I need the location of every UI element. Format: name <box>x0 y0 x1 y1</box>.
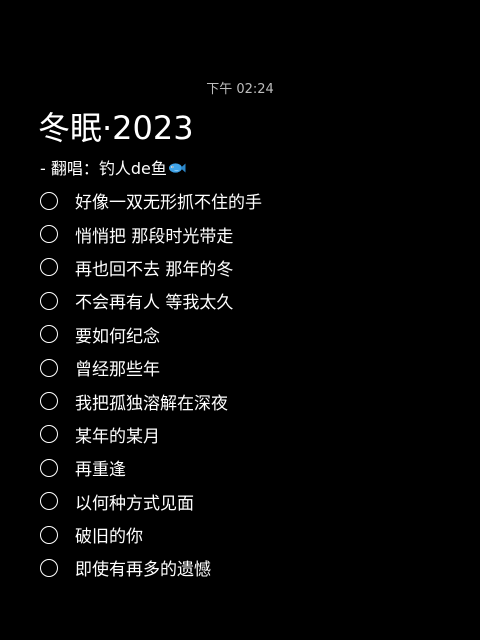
checklist-item[interactable]: 我把孤独溶解在深夜 <box>38 384 458 417</box>
subtitle-text: - 翻唱：钓人de鱼 <box>40 159 167 178</box>
checklist-item-label: 某年的某月 <box>75 426 160 447</box>
checkbox[interactable] <box>40 291 58 310</box>
note-subtitle[interactable]: - 翻唱：钓人de鱼 <box>40 156 186 182</box>
note-title[interactable]: 冬眠·2023 <box>38 106 194 150</box>
checklist-item-label: 以何种方式见面 <box>75 493 194 514</box>
checkbox[interactable] <box>40 225 58 244</box>
checklist-item-label: 我把孤独溶解在深夜 <box>75 393 228 414</box>
checklist-item-label: 不会再有人 等我太久 <box>75 293 234 314</box>
checklist-item-label: 再重逢 <box>75 460 126 481</box>
checkbox[interactable] <box>40 525 58 544</box>
checkbox[interactable] <box>40 392 58 411</box>
checklist-item[interactable]: 不会再有人 等我太久 <box>38 284 458 317</box>
checkbox[interactable] <box>40 258 58 277</box>
checklist-item-label: 曾经那些年 <box>75 360 160 381</box>
checkbox[interactable] <box>40 558 58 577</box>
checkbox[interactable] <box>40 325 58 344</box>
checklist-item[interactable]: 即使有再多的遗憾 <box>38 551 458 584</box>
checklist-item[interactable]: 好像一双无形抓不住的手 <box>38 184 458 217</box>
checklist-item-label: 要如何纪念 <box>75 326 160 347</box>
checklist-item-label: 好像一双无形抓不住的手 <box>75 193 262 214</box>
status-time: 下午 02:24 <box>206 82 274 97</box>
checklist-item[interactable]: 破旧的你 <box>38 518 458 551</box>
checklist-item-label: 再也回不去 那年的冬 <box>75 259 234 280</box>
checkbox[interactable] <box>40 425 58 444</box>
checklist-item[interactable]: 某年的某月 <box>38 418 458 451</box>
checkbox[interactable] <box>40 358 58 377</box>
checkbox[interactable] <box>40 492 58 511</box>
checkbox[interactable] <box>40 458 58 477</box>
checklist-item[interactable]: 曾经那些年 <box>38 351 458 384</box>
checklist-item[interactable]: 再也回不去 那年的冬 <box>38 251 458 284</box>
checklist-item-label: 即使有再多的遗憾 <box>75 560 211 581</box>
checkbox[interactable] <box>40 191 58 210</box>
checklist-item[interactable]: 要如何纪念 <box>38 318 458 351</box>
fish-emoji-icon <box>168 163 186 173</box>
checklist-item[interactable]: 再重逢 <box>38 451 458 484</box>
checklist-item[interactable]: 悄悄把 那段时光带走 <box>38 217 458 250</box>
checklist-item-label: 破旧的你 <box>75 527 143 548</box>
checklist-item-label: 悄悄把 那段时光带走 <box>75 226 234 247</box>
checklist: 好像一双无形抓不住的手 悄悄把 那段时光带走 再也回不去 那年的冬 不会再有人 … <box>38 184 458 585</box>
checklist-item[interactable]: 以何种方式见面 <box>38 485 458 518</box>
